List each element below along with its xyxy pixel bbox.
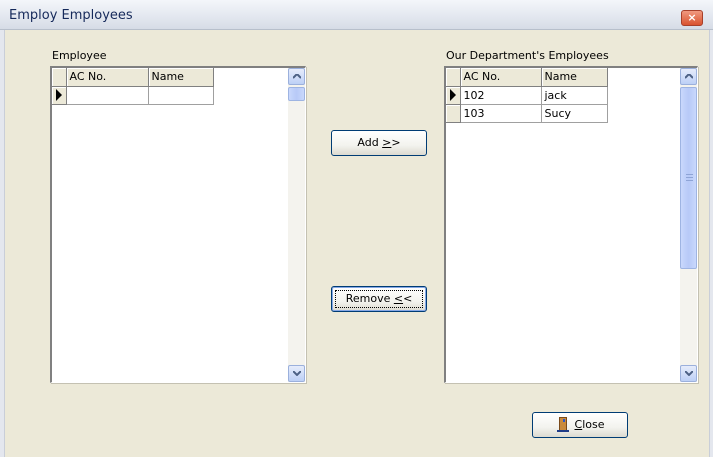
remove-button[interactable]: Remove << (331, 286, 427, 312)
header-corner-cell (446, 68, 461, 87)
cell-ac-no[interactable]: 102 (460, 86, 542, 105)
employee-grid-header: AC No. Name (52, 68, 214, 87)
department-employees-table: AC No. Name 102 jack 103 Sucy (446, 68, 608, 123)
close-button-label: lose (582, 418, 605, 431)
department-grid-header: AC No. Name (446, 68, 608, 87)
door-exit-icon (556, 416, 569, 432)
current-row-arrow-icon (56, 89, 62, 101)
add-button-label: Add (357, 136, 383, 149)
scroll-thumb-grip (686, 177, 693, 178)
scroll-down-button[interactable] (288, 365, 305, 382)
remove-button-label-rest: < (403, 292, 413, 305)
remove-button-mnemonic: < (393, 292, 404, 305)
window-close-button[interactable]: × (681, 10, 703, 26)
cell-ac-no[interactable]: 103 (460, 104, 542, 123)
header-corner-cell (52, 68, 67, 87)
scroll-down-button[interactable] (680, 365, 697, 382)
scroll-up-button[interactable] (680, 68, 697, 85)
table-row[interactable]: 103 Sucy (446, 104, 608, 123)
scroll-up-button[interactable] (288, 68, 305, 85)
column-header-ac-no[interactable]: AC No. (460, 68, 542, 87)
employee-table: AC No. Name (52, 68, 214, 105)
scroll-thumb[interactable] (288, 87, 305, 101)
scroll-thumb[interactable] (680, 87, 697, 269)
close-button[interactable]: Close (532, 412, 628, 438)
table-row[interactable] (52, 86, 214, 105)
column-header-name[interactable]: Name (148, 68, 214, 87)
chevron-up-icon (685, 74, 693, 79)
table-row[interactable]: 102 jack (446, 86, 608, 105)
chevron-up-icon (293, 74, 301, 79)
add-button-mnemonic: > (382, 136, 392, 149)
current-row-arrow-icon (450, 89, 456, 101)
department-employees-label: Our Department's Employees (446, 49, 609, 62)
cell-name[interactable] (148, 86, 214, 105)
cell-name[interactable]: Sucy (541, 104, 608, 123)
chevron-down-icon (293, 371, 301, 376)
row-selector[interactable] (446, 104, 461, 123)
title-bar[interactable]: Employ Employees × (0, 0, 713, 30)
window-frame-left (0, 30, 5, 457)
remove-button-label: Remove (345, 292, 394, 305)
row-selector-current[interactable] (52, 86, 67, 105)
window-frame-right (709, 30, 713, 457)
cell-ac-no[interactable] (66, 86, 149, 105)
column-header-ac-no[interactable]: AC No. (66, 68, 149, 87)
scroll-thumb-grip (686, 174, 693, 175)
employee-grid[interactable]: AC No. Name (50, 66, 306, 383)
scroll-thumb-grip (686, 180, 693, 181)
department-grid-scrollbar[interactable] (680, 68, 697, 382)
add-button-label-rest: > (391, 136, 401, 149)
employee-grid-scrollbar[interactable] (288, 68, 305, 382)
row-selector-current[interactable] (446, 86, 461, 105)
employee-list-label: Employee (52, 49, 107, 62)
column-header-name[interactable]: Name (541, 68, 608, 87)
chevron-down-icon (685, 371, 693, 376)
add-button[interactable]: Add >> (331, 130, 427, 156)
department-employees-grid[interactable]: AC No. Name 102 jack 103 Sucy (444, 66, 698, 383)
employ-employees-dialog: Employ Employees × Employee AC No. Name (0, 0, 713, 457)
window-title: Employ Employees (9, 8, 133, 23)
cell-name[interactable]: jack (541, 86, 608, 105)
